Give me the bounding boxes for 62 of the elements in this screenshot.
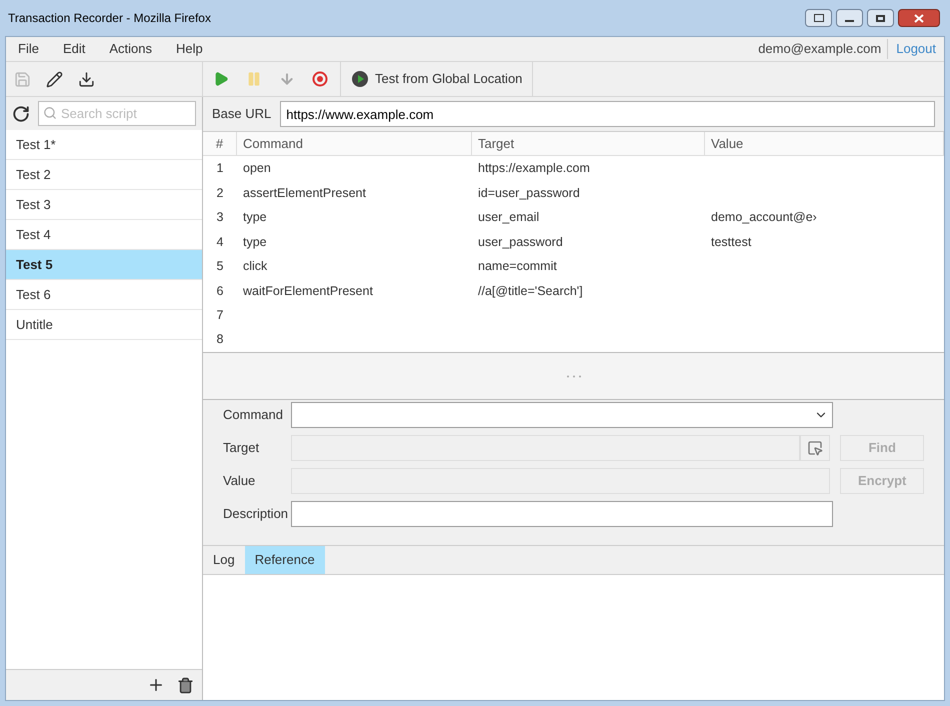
column-header: # [203,132,237,156]
description-field[interactable] [291,501,833,527]
column-header: Command [237,132,472,156]
close-button[interactable] [898,9,940,27]
table-cell: https://example.com [478,161,590,176]
delete-icon[interactable] [177,676,194,694]
add-icon[interactable] [147,676,165,694]
script-item[interactable]: Test 5 [6,250,202,280]
command-select[interactable] [291,402,833,428]
maximize-button[interactable] [867,9,894,27]
search-field[interactable]: Search script [38,101,196,126]
edit-icon[interactable] [46,70,63,88]
table-cell: type [243,210,267,224]
table-cell: demo_account@e› [711,210,817,224]
table-cell: //a[@title='Search'] [478,284,583,298]
value-label: Value [223,472,256,490]
refresh-icon[interactable] [12,104,30,122]
table-cell: id=user_password [478,186,580,200]
table-cell: type [243,234,267,249]
pick-element-icon [807,440,824,456]
account-email: demo@example.com [758,40,882,58]
menu-item[interactable]: Actions [97,39,164,59]
table-cell: 8 [216,332,224,346]
table-cell: 6 [216,284,224,298]
play-icon[interactable] [213,71,229,87]
menu-item[interactable]: Help [164,39,215,59]
target-label: Target [223,439,260,458]
menu-item[interactable]: File [6,39,51,59]
global-test-button[interactable]: Test from Global Location [341,62,534,96]
table-cell: 7 [216,308,224,322]
description-label: Description [223,505,290,524]
close-icon [914,14,924,22]
table-cell: 4 [216,234,224,249]
table-cell: user_password [478,234,563,249]
search-icon [43,106,57,120]
table-cell: open [243,161,271,176]
table-cell: name=commit [478,259,557,274]
base-url-field[interactable]: https://www.example.com [280,101,935,127]
menu-item[interactable]: Edit [50,39,98,59]
column-header: Target [472,132,705,156]
table-cell: assertElementPresent [243,186,366,200]
column-header: Value [705,132,944,156]
window-title: Transaction Recorder - Mozilla Firefox [8,10,211,27]
panel-tab[interactable]: Reference [244,546,325,574]
minimize-button[interactable] [836,9,863,27]
restore-button[interactable] [805,9,832,27]
record-icon[interactable] [312,71,328,87]
pick-element-button[interactable] [800,435,830,461]
table-cell: click [243,259,268,274]
table-cell: 5 [216,259,224,274]
download-icon[interactable] [78,70,95,88]
table-cell: 1 [216,161,224,176]
table-cell: user_email [478,210,540,224]
table-cell: 3 [216,210,224,224]
command-label: Command [223,406,284,424]
table-cell: testtest [711,234,752,249]
table-cell: 2 [216,186,224,200]
panel-tab[interactable]: Log [203,546,245,574]
table-cell: waitForElementPresent [243,284,373,298]
splitter-grip-icon[interactable] [566,374,582,378]
globe-play-icon [351,70,369,88]
base-url-label: Base URL [212,105,272,124]
